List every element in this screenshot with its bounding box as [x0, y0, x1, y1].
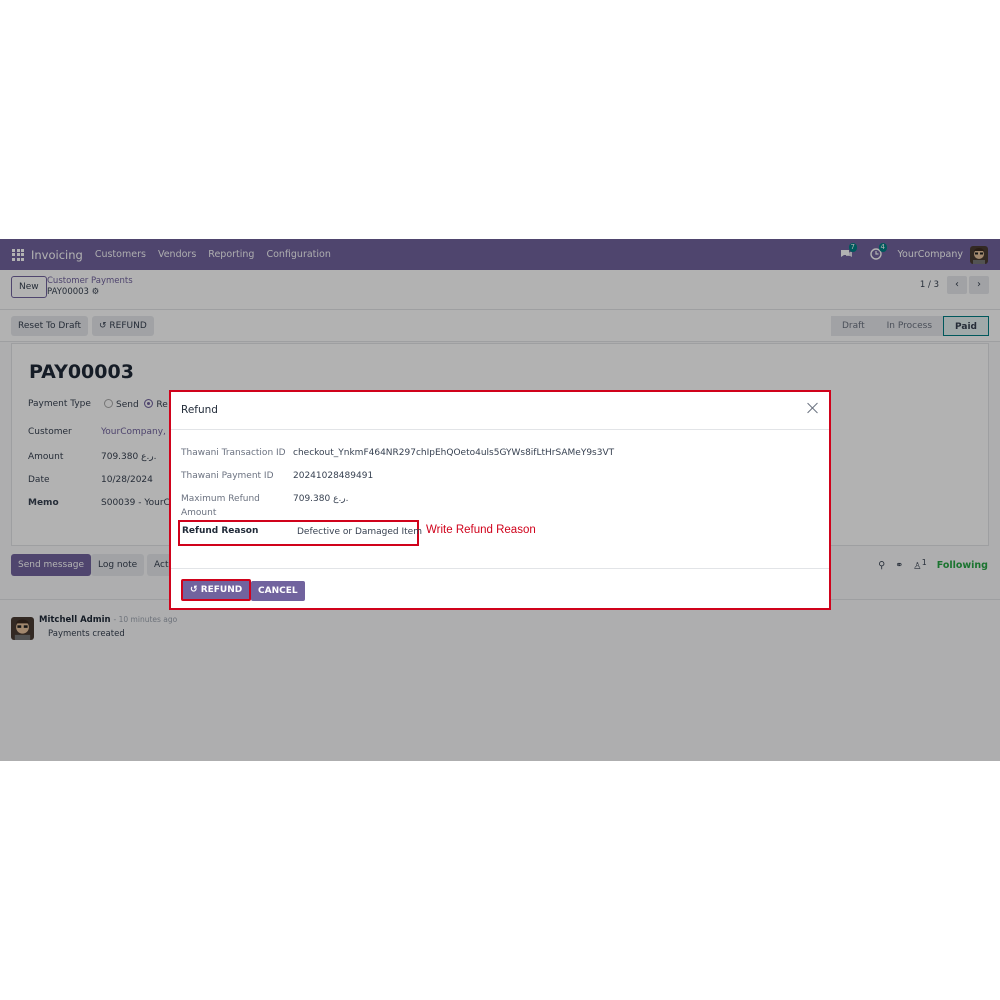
- refund-confirm-label: REFUND: [200, 585, 243, 595]
- refund-icon: ↺: [190, 585, 198, 595]
- transaction-id-label: Thawani Transaction ID: [181, 448, 286, 458]
- app-screen: Invoicing Customers Vendors Reporting Co…: [0, 239, 1000, 761]
- payment-id-value: 20241028489491: [293, 471, 374, 481]
- dialog-footer-divider: [171, 568, 829, 569]
- transaction-id-value: checkout_YnkmF464NR297chIpEhQOeto4uls5GY…: [293, 448, 615, 458]
- refund-confirm-button[interactable]: ↺ REFUND: [181, 579, 252, 601]
- refund-reason-field[interactable]: Refund Reason Defective or Damaged Item: [178, 520, 422, 546]
- refund-reason-label: Refund Reason: [182, 526, 259, 536]
- payment-id-label: Thawani Payment ID: [181, 471, 274, 481]
- close-icon[interactable]: [805, 400, 821, 416]
- max-refund-value: 709.380 ر.ع.: [293, 494, 349, 504]
- dialog-title: Refund: [181, 404, 218, 416]
- dialog-header: Refund: [171, 392, 829, 430]
- max-refund-label: Maximum Refund Amount: [181, 494, 260, 518]
- refund-reason-annotation: Write Refund Reason: [426, 524, 536, 536]
- refund-reason-input[interactable]: Defective or Damaged Item: [297, 527, 422, 537]
- refund-dialog: Refund Thawani Transaction ID checkout_Y…: [169, 390, 831, 610]
- cancel-button[interactable]: CANCEL: [251, 581, 305, 601]
